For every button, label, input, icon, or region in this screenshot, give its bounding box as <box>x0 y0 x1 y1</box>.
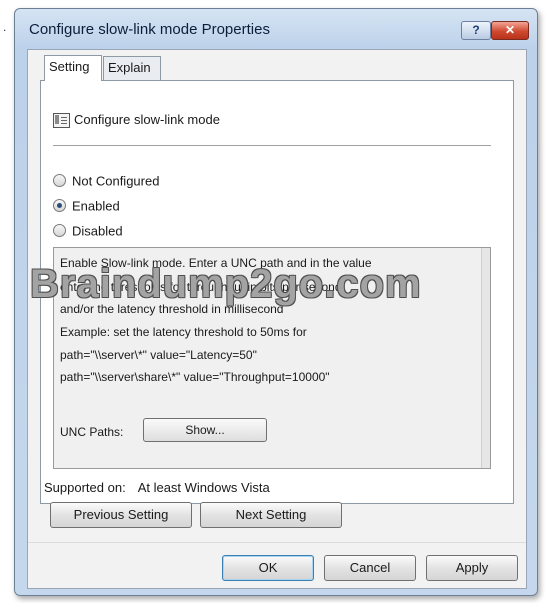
radio-label: Enabled <box>72 198 120 214</box>
comment-line: path="\\server\share\*" value="Throughpu… <box>60 370 330 384</box>
radio-button-icon[interactable] <box>53 174 66 188</box>
comment-line: Example: set the latency threshold to 50… <box>60 325 307 339</box>
supported-on-label: Supported on: <box>44 480 126 495</box>
title-bar[interactable]: Configure slow-link mode Properties ? ✕ <box>15 9 537 43</box>
policy-name: Configure slow-link mode <box>74 112 220 127</box>
supported-on: Supported on: At least Windows Vista <box>44 480 270 495</box>
divider <box>53 145 491 146</box>
radio-label: Not Configured <box>72 173 160 189</box>
dialog-client-area: Setting Explain Configure slow-link mode… <box>27 49 527 589</box>
policy-setting-icon <box>53 113 70 128</box>
apply-button[interactable]: Apply <box>426 555 518 581</box>
radio-disabled[interactable]: Disabled <box>53 223 123 239</box>
help-button[interactable]: ? <box>461 21 491 40</box>
radio-label: Disabled <box>72 223 123 239</box>
supported-on-value: At least Windows Vista <box>137 480 270 495</box>
cancel-button[interactable]: Cancel <box>324 555 416 581</box>
unc-paths-label: UNC Paths: <box>60 425 124 439</box>
radio-button-icon[interactable] <box>53 224 66 238</box>
tab-setting[interactable]: Setting <box>44 55 102 81</box>
comment-line: path="\\server\*" value="Latency=50" <box>60 348 257 362</box>
ok-button[interactable]: OK <box>222 555 314 581</box>
scrollbar[interactable] <box>481 248 490 468</box>
help-icon: ? <box>472 23 480 37</box>
close-icon: ✕ <box>504 23 516 37</box>
window-title: Configure slow-link mode Properties <box>29 21 270 38</box>
close-button[interactable]: ✕ <box>491 21 529 40</box>
show-button[interactable]: Show... <box>143 418 267 442</box>
next-setting-button[interactable]: Next Setting <box>200 502 342 528</box>
watermark-text: Braindump2go.com <box>30 262 422 306</box>
button-bar-divider <box>28 542 526 543</box>
previous-setting-button[interactable]: Previous Setting <box>50 502 192 528</box>
radio-button-checked-icon[interactable] <box>53 199 66 213</box>
radio-not-configured[interactable]: Not Configured <box>53 173 159 189</box>
margin-dot: . <box>3 20 7 34</box>
tab-explain[interactable]: Explain <box>103 56 161 80</box>
radio-enabled[interactable]: Enabled <box>53 198 120 214</box>
